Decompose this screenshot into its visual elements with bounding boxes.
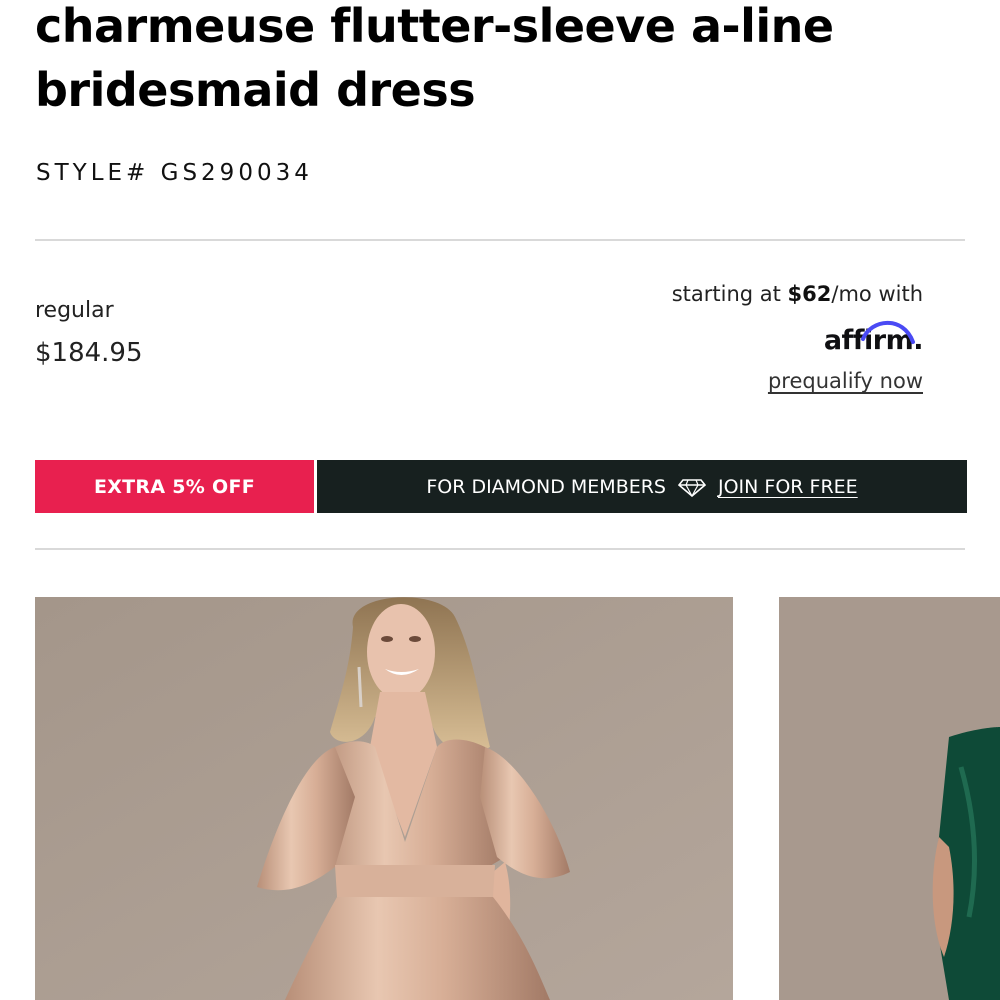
- style-number: STYLE# GS290034: [36, 160, 313, 186]
- affirm-financing-text: starting at $62/mo with: [672, 282, 923, 306]
- product-title: charmeuse flutter-sleeve a-line bridesma…: [35, 0, 834, 117]
- financing-amount: $62: [787, 282, 832, 306]
- product-image: [779, 597, 1000, 1000]
- product-image: [35, 597, 733, 1000]
- product-page: charmeuse flutter-sleeve a-line bridesma…: [0, 0, 1000, 1000]
- divider: [35, 239, 965, 241]
- model-champagne-dress-photo[interactable]: [35, 597, 733, 1000]
- diamond-members-strip: FOR DIAMOND MEMBERS JOIN FOR FREE: [317, 460, 967, 513]
- join-for-free-link[interactable]: JOIN FOR FREE: [718, 476, 858, 498]
- affirm-logo: affirm.: [824, 318, 923, 358]
- divider: [35, 548, 965, 550]
- price-label: regular: [35, 298, 114, 323]
- prequalify-link[interactable]: prequalify now: [768, 369, 923, 393]
- affirm-arc-icon: [861, 320, 915, 344]
- financing-prefix: starting at: [671, 282, 788, 306]
- financing-suffix: /mo with: [831, 282, 923, 306]
- diamond-icon: [678, 478, 706, 497]
- model-green-dress-photo[interactable]: [779, 597, 1000, 1000]
- price-value: $184.95: [35, 338, 143, 368]
- promo-banner: EXTRA 5% OFF FOR DIAMOND MEMBERS JOIN FO…: [35, 460, 967, 513]
- diamond-members-text: FOR DIAMOND MEMBERS: [426, 475, 666, 498]
- discount-badge: EXTRA 5% OFF: [35, 460, 314, 513]
